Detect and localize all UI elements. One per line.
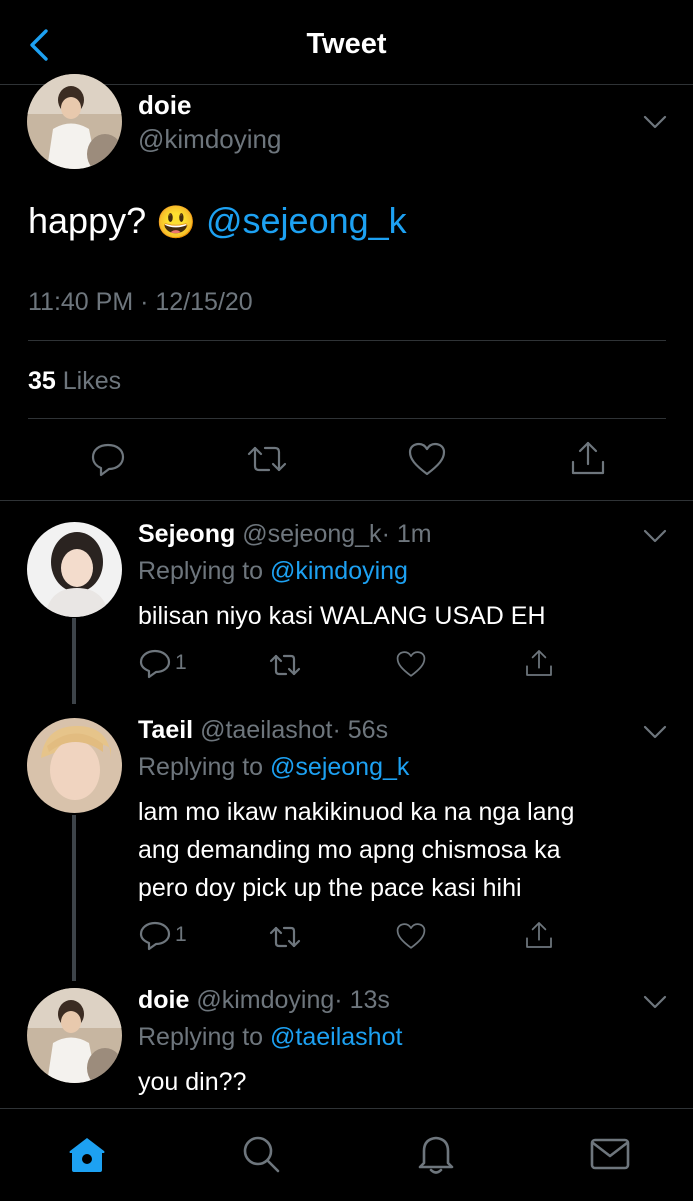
reply-button[interactable]: 1	[138, 920, 198, 952]
like-button[interactable]	[407, 440, 447, 478]
reply-header: Taeil @taeilashot· 56s	[138, 716, 388, 745]
reply-time: · 13s	[334, 986, 390, 1014]
retweet-icon	[247, 446, 287, 472]
heart-icon	[408, 442, 446, 476]
share-icon	[571, 441, 605, 475]
chevron-down-icon	[643, 725, 667, 739]
reply-icon	[139, 921, 171, 951]
reply-author-handle[interactable]: @kimdoying	[196, 986, 334, 1014]
retweet-icon	[269, 654, 301, 676]
author-name[interactable]: doie	[138, 90, 191, 121]
timestamp-dot: ·	[140, 288, 149, 316]
replying-to: Replying to @taeilashot	[138, 1023, 402, 1052]
thread-line	[72, 815, 76, 981]
retweet-button[interactable]	[268, 922, 302, 952]
heart-icon	[396, 651, 426, 677]
reply-author-handle[interactable]: @sejeong_k	[242, 520, 381, 548]
reply-menu-button[interactable]	[641, 526, 669, 546]
tab-bar	[0, 1108, 693, 1201]
tweet-menu-button[interactable]	[641, 112, 669, 132]
likes-count: 35	[28, 367, 56, 395]
section-divider	[0, 500, 693, 501]
replying-label: Replying to	[138, 557, 264, 585]
tab-messages[interactable]	[589, 1135, 631, 1173]
page-title: Tweet	[306, 28, 387, 60]
reply-header: doie @kimdoying· 13s	[138, 986, 390, 1015]
tab-home[interactable]	[66, 1134, 108, 1176]
reply-text: you din??	[138, 1068, 247, 1096]
chevron-down-icon	[643, 995, 667, 1009]
reply-text-line: pero doy pick up the pace kasi hihi	[138, 874, 522, 902]
retweet-button[interactable]	[245, 440, 289, 478]
avatar[interactable]	[27, 718, 122, 813]
reply-icon	[91, 443, 125, 477]
reply-time: · 56s	[332, 716, 389, 744]
tweet-time: 11:40 PM	[28, 288, 134, 316]
chevron-down-icon	[643, 115, 667, 129]
reply-author-name[interactable]: doie	[138, 986, 189, 1014]
share-icon	[526, 922, 552, 948]
reply-text: lam mo ikaw nakikinuod ka na nga lang an…	[138, 793, 574, 907]
tab-notifications[interactable]	[416, 1132, 456, 1176]
reply-text: bilisan niyo kasi WALANG USAD EH	[138, 602, 546, 630]
share-icon	[526, 650, 552, 676]
notifications-icon	[418, 1136, 454, 1174]
mention-link[interactable]: @sejeong_k	[206, 200, 407, 241]
divider	[28, 340, 666, 341]
heart-icon	[396, 923, 426, 949]
reply-button[interactable]: 1	[138, 648, 198, 680]
retweet-button[interactable]	[268, 650, 302, 680]
likes-stat[interactable]: 35 Likes	[28, 367, 121, 396]
tweet-timestamp: 11:40 PM · 12/15/20	[28, 288, 253, 317]
tab-search[interactable]	[240, 1133, 282, 1175]
likes-label: Likes	[62, 367, 122, 395]
reply-author-name[interactable]: Taeil	[138, 716, 193, 744]
replying-to-link[interactable]: @taeilashot	[270, 1023, 402, 1051]
home-icon	[69, 1138, 105, 1172]
search-icon	[243, 1136, 280, 1173]
thread-line	[72, 618, 76, 704]
reply-author-handle[interactable]: @taeilashot	[200, 716, 332, 744]
like-button[interactable]	[395, 649, 427, 679]
reply-menu-button[interactable]	[641, 992, 669, 1012]
tweet-body: happy? 😃 @sejeong_k	[28, 200, 407, 242]
reply-header: Sejeong @sejeong_k· 1m	[138, 520, 432, 549]
avatar[interactable]	[27, 988, 122, 1083]
chevron-down-icon	[643, 529, 667, 543]
avatar[interactable]	[27, 522, 122, 617]
share-button[interactable]	[568, 438, 608, 478]
like-button[interactable]	[395, 921, 427, 951]
replying-to: Replying to @sejeong_k	[138, 753, 409, 782]
share-button[interactable]	[523, 919, 555, 951]
smiley-emoji-icon: 😃	[156, 204, 196, 240]
retweet-icon	[269, 926, 301, 948]
avatar[interactable]	[27, 74, 122, 169]
author-handle[interactable]: @kimdoying	[138, 124, 281, 155]
replying-to: Replying to @kimdoying	[138, 557, 408, 586]
reply-button[interactable]	[89, 440, 127, 478]
divider	[28, 418, 666, 419]
reply-author-name[interactable]: Sejeong	[138, 520, 235, 548]
reply-icon	[139, 649, 171, 679]
reply-menu-button[interactable]	[641, 722, 669, 742]
reply-count: 1	[175, 651, 187, 674]
replying-to-link[interactable]: @sejeong_k	[270, 753, 409, 781]
replying-label: Replying to	[138, 1023, 264, 1051]
reply-time: · 1m	[381, 520, 432, 548]
reply-text-line: lam mo ikaw nakikinuod ka na nga lang	[138, 798, 575, 826]
reply-text-line: ang demanding mo apng chismosa ka	[138, 836, 561, 864]
replying-label: Replying to	[138, 753, 264, 781]
tweet-text: happy?	[28, 200, 147, 241]
messages-icon	[590, 1138, 630, 1170]
tweet-date: 12/15/20	[155, 288, 253, 316]
share-button[interactable]	[523, 647, 555, 679]
replying-to-link[interactable]: @kimdoying	[270, 557, 408, 585]
reply-count: 1	[175, 923, 187, 946]
